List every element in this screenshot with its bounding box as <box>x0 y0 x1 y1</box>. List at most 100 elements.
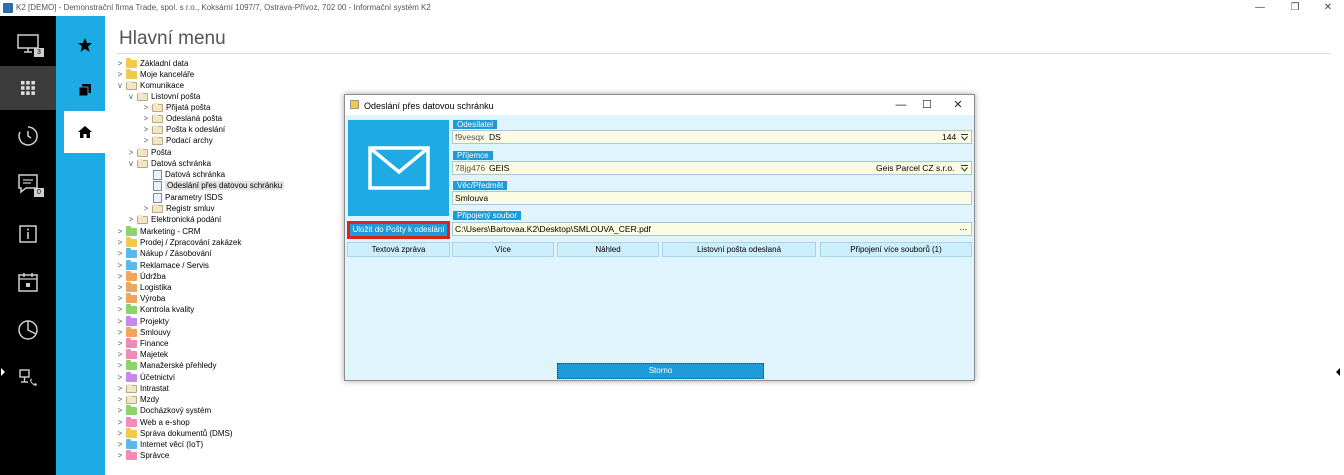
subject-field[interactable]: Smlouva <box>452 191 972 205</box>
expand-chevron-icon[interactable]: > <box>116 317 124 326</box>
tree-item[interactable]: > Finance <box>116 337 168 349</box>
tree-item[interactable]: > Manažerské přehledy <box>116 359 216 371</box>
expand-chevron-icon[interactable]: > <box>116 440 124 449</box>
monitor-button[interactable]: 3 <box>0 22 56 66</box>
tree-item[interactable]: > Kontrola kvality <box>116 303 194 315</box>
tree-item[interactable]: > Docházkový systém <box>116 404 211 416</box>
tree-item[interactable]: > Výroba <box>116 292 165 304</box>
messages-button[interactable]: 0 <box>0 162 56 206</box>
tree-item[interactable]: > Podací archy <box>142 135 213 146</box>
tree-item[interactable]: > Internet věcí (IoT) <box>116 438 203 450</box>
cancel-button[interactable]: Storno <box>557 363 764 379</box>
recipient-field[interactable]: 78jg476 GEIS Geis Parcel CZ s.r.o. <box>452 161 972 175</box>
tree-item[interactable]: > Smlouvy <box>116 326 171 338</box>
tree-item[interactable]: > Mzdy <box>116 394 159 405</box>
tree-item[interactable]: > Marketing - CRM <box>116 225 200 237</box>
dialog-close-button[interactable]: ✕ <box>948 98 968 112</box>
collapse-chevron-icon[interactable]: v <box>116 81 124 90</box>
history-button[interactable] <box>0 114 56 158</box>
close-button[interactable]: ✕ <box>1313 1 1343 15</box>
collapse-chevron-icon[interactable]: v <box>127 159 135 168</box>
expand-right-arrow-icon[interactable] <box>1336 368 1340 376</box>
expand-chevron-icon[interactable]: > <box>127 215 135 224</box>
calendar-button[interactable] <box>0 260 56 304</box>
tree-item[interactable]: v Komunikace <box>116 80 184 91</box>
pie-chart-button[interactable] <box>0 308 56 352</box>
sender-field[interactable]: f9vesqx DS 144 <box>452 130 972 144</box>
expand-chevron-icon[interactable]: > <box>116 249 124 258</box>
expand-chevron-icon[interactable]: > <box>142 136 150 145</box>
expand-chevron-icon[interactable]: > <box>116 261 124 270</box>
tree-item[interactable]: > Projekty <box>116 315 169 327</box>
expand-chevron-icon[interactable]: > <box>116 328 124 337</box>
expand-chevron-icon[interactable]: > <box>116 294 124 303</box>
expand-chevron-icon[interactable]: > <box>116 227 124 236</box>
expand-chevron-icon[interactable]: > <box>127 148 135 157</box>
dialog-maximize-button[interactable]: ☐ <box>917 98 937 112</box>
tree-item[interactable]: > Přijatá pošta <box>142 102 210 113</box>
expand-chevron-icon[interactable]: > <box>116 384 124 393</box>
network-phone-button[interactable] <box>0 356 56 400</box>
expand-chevron-icon[interactable]: > <box>116 238 124 247</box>
expand-chevron-icon[interactable]: > <box>116 70 124 79</box>
tree-item[interactable]: > Nákup / Zásobování <box>116 247 212 259</box>
expand-chevron-icon[interactable]: > <box>142 204 150 213</box>
tree-item[interactable]: > Pošta <box>127 147 171 158</box>
tree-item[interactable]: > Účetnictví <box>116 371 175 383</box>
tree-item[interactable]: > Moje kanceláře <box>116 68 194 80</box>
tree-item[interactable]: > Elektronická podání <box>127 214 221 225</box>
tree-item[interactable]: > Správce <box>116 449 169 461</box>
tree-item[interactable]: > Majetek <box>116 348 168 360</box>
expand-chevron-icon[interactable]: > <box>116 305 124 314</box>
tree-item[interactable]: > Web a e-shop <box>116 416 190 428</box>
expand-chevron-icon[interactable]: > <box>142 114 150 123</box>
dropdown-icon[interactable] <box>960 164 969 173</box>
expand-chevron-icon[interactable]: > <box>116 361 124 370</box>
expand-chevron-icon[interactable]: > <box>142 103 150 112</box>
expand-chevron-icon[interactable]: > <box>116 373 124 382</box>
info-button[interactable] <box>0 212 56 256</box>
expand-chevron-icon[interactable]: > <box>116 418 124 427</box>
expand-chevron-icon[interactable]: > <box>116 272 124 281</box>
expand-chevron-icon[interactable]: > <box>116 283 124 292</box>
attachment-field[interactable]: C:\Users\Bartovaa.K2\Desktop\SMLOUVA_CER… <box>452 222 972 236</box>
tree-item[interactable]: > Pošta k odeslání <box>142 124 225 135</box>
tree-item[interactable]: > Reklamace / Servis <box>116 259 209 271</box>
save-to-outgoing-post-button[interactable]: Uložit do Pošty k odeslání <box>347 221 450 239</box>
dropdown-icon[interactable] <box>960 133 969 142</box>
restore-button[interactable]: ❐ <box>1280 1 1310 15</box>
tree-item[interactable]: > Údržba <box>116 270 166 282</box>
dialog-minimize-button[interactable]: — <box>891 98 911 112</box>
expand-chevron-icon[interactable]: > <box>142 125 150 134</box>
expand-chevron-icon[interactable]: > <box>116 59 124 68</box>
tree-item[interactable]: Datová schránka <box>150 169 225 180</box>
collapse-chevron-icon[interactable]: v <box>127 92 135 101</box>
preview-button[interactable]: Náhled <box>557 242 659 257</box>
tree-item[interactable]: > Správa dokumentů (DMS) <box>116 427 232 439</box>
windows-button[interactable] <box>64 69 105 111</box>
expand-chevron-icon[interactable]: > <box>116 451 124 460</box>
home-button[interactable] <box>64 111 105 153</box>
expand-chevron-icon[interactable]: > <box>116 339 124 348</box>
more-button[interactable]: Více <box>452 242 554 257</box>
tree-item[interactable]: > Registr smluv <box>142 203 214 214</box>
tree-item[interactable]: > Logistika <box>116 281 172 293</box>
expand-chevron-icon[interactable]: > <box>116 406 124 415</box>
apps-grid-button[interactable] <box>0 66 56 110</box>
tree-item[interactable]: > Základní data <box>116 57 188 69</box>
vertical-scrollbar[interactable] <box>1330 16 1344 475</box>
favorites-button[interactable] <box>64 24 105 66</box>
expand-chevron-icon[interactable]: > <box>116 395 124 404</box>
tree-item[interactable]: v Listovní pošta <box>127 91 200 102</box>
browse-ellipsis-icon[interactable]: ··· <box>959 223 968 235</box>
collapse-left-arrow-icon[interactable] <box>1 368 5 376</box>
tree-item-selected[interactable]: Odeslání přes datovou schránku <box>150 180 285 191</box>
tree-item[interactable]: > Odeslaná pošta <box>142 113 222 124</box>
tree-item[interactable]: Parametry ISDS <box>150 192 223 203</box>
minimize-button[interactable]: — <box>1245 1 1275 15</box>
tree-item[interactable]: > Prodej / Zpracování zakázek <box>116 236 241 248</box>
attach-multiple-files-button[interactable]: Připojení více souborů (1) <box>820 242 972 257</box>
sent-letter-post-button[interactable]: Listovní pošta odeslaná <box>662 242 816 257</box>
expand-chevron-icon[interactable]: > <box>116 350 124 359</box>
tree-item[interactable]: v Datová schránka <box>127 158 211 169</box>
